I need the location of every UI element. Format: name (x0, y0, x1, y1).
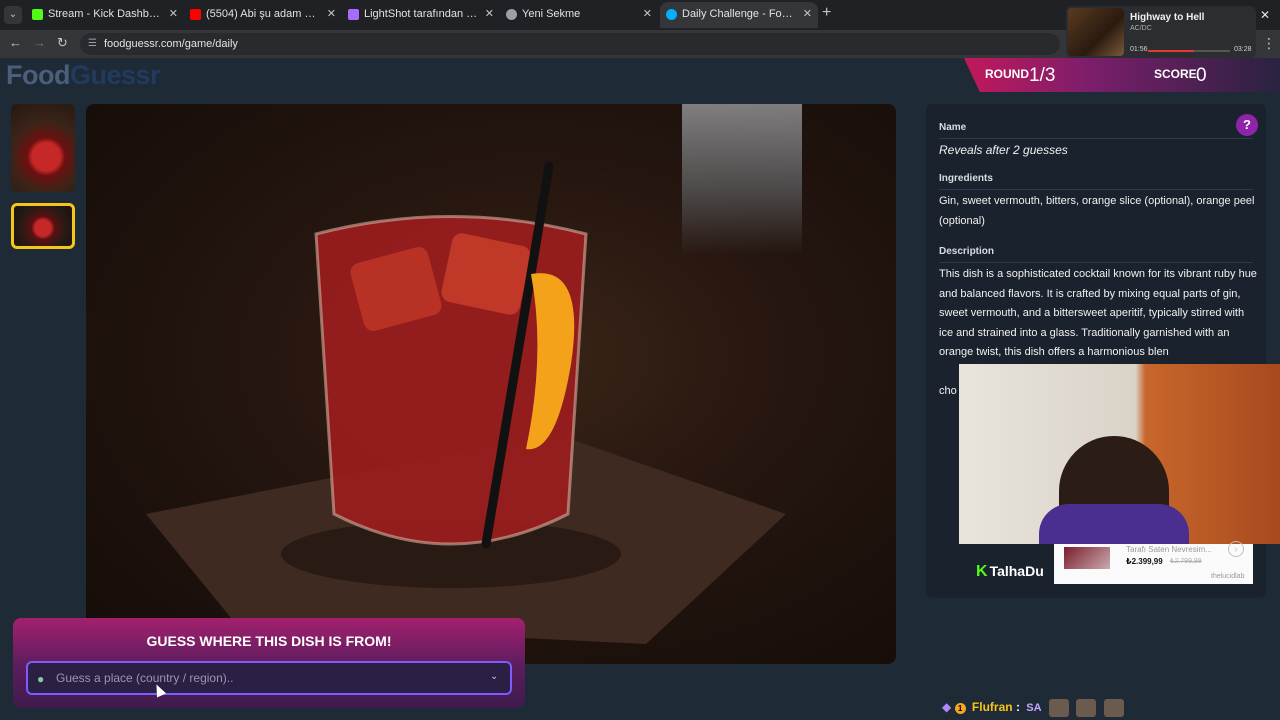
chat-message: ◆ 1 Flufran : SA (942, 699, 1124, 717)
emote-image (1103, 699, 1124, 717)
ad-arrow-icon[interactable]: › (1228, 541, 1244, 557)
name-value: Reveals after 2 guesses (939, 143, 1068, 157)
ad-old-price: ₺2.799,99 (1170, 558, 1202, 565)
tab-kick-dashboard[interactable]: Stream - Kick Dashboard ✕ (26, 2, 184, 28)
duration-time: 03:28 (1234, 46, 1252, 53)
forward-arrow-icon[interactable]: → (33, 35, 46, 50)
round-label: ROUND (985, 67, 1029, 81)
kick-logo-icon: K (976, 563, 988, 580)
address-bar[interactable]: ☰ foodguessr.com/game/daily (80, 33, 1060, 55)
sub-badge: 1 (954, 702, 966, 714)
tab-title: Yeni Sekme (522, 8, 581, 20)
tab-title: (5504) Abi şu adam bi sussun n (206, 8, 321, 20)
score-label: SCORE (1154, 67, 1197, 81)
ad-title: Tarafı Saten Nevresim... (1126, 545, 1212, 554)
reload-icon[interactable]: ↻ (57, 35, 68, 51)
help-question-icon[interactable]: ? (1236, 114, 1258, 136)
divider (939, 189, 1253, 190)
tab-title: Stream - Kick Dashboard (48, 8, 163, 20)
round-score-bar: ROUND 1/3 SCORE 0 (964, 58, 1280, 92)
close-tab-icon[interactable]: ✕ (643, 2, 652, 26)
tab-search-chevron-icon[interactable]: ⌄ (4, 6, 22, 24)
media-progress-fill (1148, 50, 1194, 52)
chevron-down-icon[interactable]: ⌄ (490, 671, 498, 682)
kick-favicon-icon (32, 9, 43, 20)
youtube-favicon-icon (190, 9, 201, 20)
webcam-overlay (959, 364, 1280, 544)
tab-youtube[interactable]: (5504) Abi şu adam bi sussun n ✕ (184, 2, 342, 28)
photo-thumbnail-2-selected[interactable] (11, 203, 75, 249)
photo-thumbnail-1[interactable] (11, 104, 75, 192)
description-heading: Description (939, 246, 995, 257)
foodguessr-favicon-icon (666, 9, 677, 20)
new-tab-plus-icon[interactable]: + (822, 4, 831, 22)
tab-new-tab[interactable]: Yeni Sekme ✕ (500, 2, 658, 28)
guess-heading: GUESS WHERE THIS DISH IS FROM! (146, 633, 392, 649)
close-tab-icon[interactable]: ✕ (169, 2, 178, 26)
close-tab-icon[interactable]: ✕ (327, 2, 336, 26)
ingredients-text: Gin, sweet vermouth, bitters, orange sli… (939, 195, 1255, 227)
tab-title: Daily Challenge - FoodGuessr | (682, 8, 797, 20)
guess-location-input[interactable] (26, 661, 512, 695)
media-progress-bar[interactable] (1148, 50, 1230, 52)
ingredients-heading: Ingredients (939, 173, 993, 184)
tab-title: LightShot tarafından Ekran Gör (364, 8, 479, 20)
screen: ⌄ Stream - Kick Dashboard ✕ (5504) Abi ş… (0, 0, 1280, 720)
name-heading: Name (939, 122, 967, 133)
emote-image (1048, 699, 1069, 717)
tab-foodguessr[interactable]: Daily Challenge - FoodGuessr | ✕ (660, 2, 818, 28)
emote-image (1076, 699, 1097, 717)
score-value: 0 (1196, 65, 1207, 86)
elapsed-time: 01:56 (1130, 46, 1148, 53)
divider (939, 262, 1253, 263)
url-text: foodguessr.com/game/daily (104, 38, 238, 50)
media-player-widget: Highway to Hell AC/DC 01:56 03:28 (1066, 6, 1256, 58)
ad-brand: thelucidlab (1211, 573, 1245, 580)
dish-photo (86, 104, 896, 664)
guess-panel: GUESS WHERE THIS DISH IS FROM! ● ⌄ (13, 618, 525, 708)
description-text: This dish is a sophisticated cocktail kn… (939, 268, 1257, 358)
streamer-tag: K TalhaDu (976, 563, 1044, 581)
album-art (1068, 8, 1124, 56)
song-artist: AC/DC (1130, 25, 1152, 32)
chat-username[interactable]: Flufran (972, 700, 1013, 714)
logo-guessr-text: Guessr (69, 60, 161, 90)
chat-separator: : (1015, 700, 1020, 715)
emote-sa: SA (1026, 702, 1042, 714)
browser-menu-icon[interactable]: ⋮ (1262, 35, 1276, 52)
close-media-icon[interactable]: ✕ (1260, 8, 1270, 22)
tab-lightshot[interactable]: LightShot tarafından Ekran Gör ✕ (342, 2, 500, 28)
crown-icon: ◆ (942, 700, 952, 715)
ad-product-image (1064, 547, 1110, 569)
lightshot-favicon-icon (348, 9, 359, 20)
streamer-shirt (1039, 504, 1189, 544)
streamer-name: TalhaDu (989, 563, 1044, 579)
foodguessr-logo[interactable]: FoodGuessr (6, 60, 161, 91)
ad-banner[interactable]: Tarafı Saten Nevresim... ₺2.399,99 ₺2.79… (1054, 541, 1253, 584)
ad-price: ₺2.399,99 (1126, 557, 1163, 566)
site-info-icon[interactable]: ☰ (88, 33, 97, 55)
song-title: Highway to Hell (1130, 12, 1205, 23)
back-arrow-icon[interactable]: ← (9, 35, 22, 50)
close-tab-icon[interactable]: ✕ (485, 2, 494, 26)
chrome-favicon-icon (506, 9, 517, 20)
logo-food-text: Food (6, 60, 70, 90)
close-tab-icon[interactable]: ✕ (803, 2, 812, 26)
divider (939, 138, 1253, 139)
cocktail-illustration (146, 161, 786, 644)
globe-icon: ● (37, 672, 45, 686)
round-value: 1/3 (1029, 65, 1056, 86)
